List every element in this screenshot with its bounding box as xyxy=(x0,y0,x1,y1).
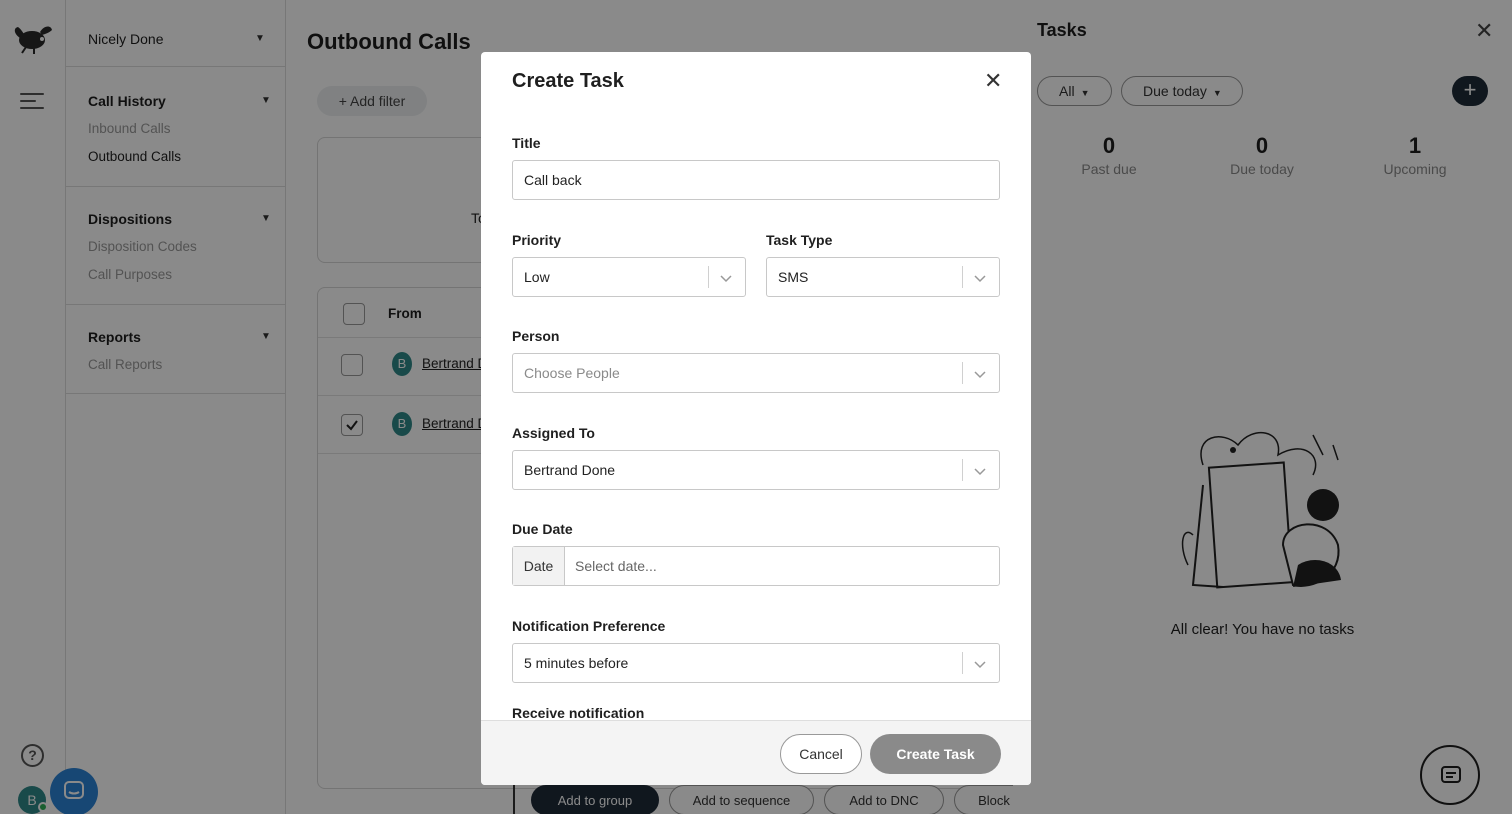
select-divider xyxy=(962,266,963,288)
create-task-dialog: Create Task ✕ Title Call back Priority L… xyxy=(481,52,1031,785)
person-select[interactable]: Choose People xyxy=(512,353,1000,393)
select-divider xyxy=(962,652,963,674)
due-date-field[interactable]: Date Select date... xyxy=(512,546,1000,586)
chevron-down-icon xyxy=(720,275,732,283)
receive-notification-label: Receive notification xyxy=(512,705,645,721)
close-icon[interactable]: ✕ xyxy=(984,70,1002,92)
due-date-input[interactable]: Select date... xyxy=(575,547,657,585)
chevron-down-icon xyxy=(974,661,986,669)
select-divider xyxy=(962,459,963,481)
title-input[interactable]: Call back xyxy=(512,160,1000,200)
task-type-label: Task Type xyxy=(766,232,833,248)
title-label: Title xyxy=(512,135,541,151)
person-label: Person xyxy=(512,328,560,344)
notification-preference-value: 5 minutes before xyxy=(524,655,629,671)
chevron-down-icon xyxy=(974,275,986,283)
select-divider xyxy=(962,362,963,384)
person-placeholder: Choose People xyxy=(524,365,620,381)
date-prefix-label: Date xyxy=(513,547,565,585)
task-type-select[interactable]: SMS xyxy=(766,257,1000,297)
task-type-value: SMS xyxy=(778,269,809,285)
cancel-button[interactable]: Cancel xyxy=(780,734,862,774)
create-task-button[interactable]: Create Task xyxy=(870,734,1001,774)
chevron-down-icon xyxy=(974,468,986,476)
priority-select[interactable]: Low xyxy=(512,257,746,297)
notification-preference-select[interactable]: 5 minutes before xyxy=(512,643,1000,683)
dialog-title: Create Task xyxy=(512,70,624,92)
assigned-to-select[interactable]: Bertrand Done xyxy=(512,450,1000,490)
chevron-down-icon xyxy=(974,371,986,379)
select-divider xyxy=(708,266,709,288)
assigned-to-label: Assigned To xyxy=(512,425,595,441)
priority-value: Low xyxy=(524,269,550,285)
due-date-label: Due Date xyxy=(512,521,573,537)
notification-preference-label: Notification Preference xyxy=(512,618,666,634)
assigned-to-value: Bertrand Done xyxy=(524,462,616,478)
dialog-footer: Cancel Create Task xyxy=(481,720,1031,785)
priority-label: Priority xyxy=(512,232,562,248)
